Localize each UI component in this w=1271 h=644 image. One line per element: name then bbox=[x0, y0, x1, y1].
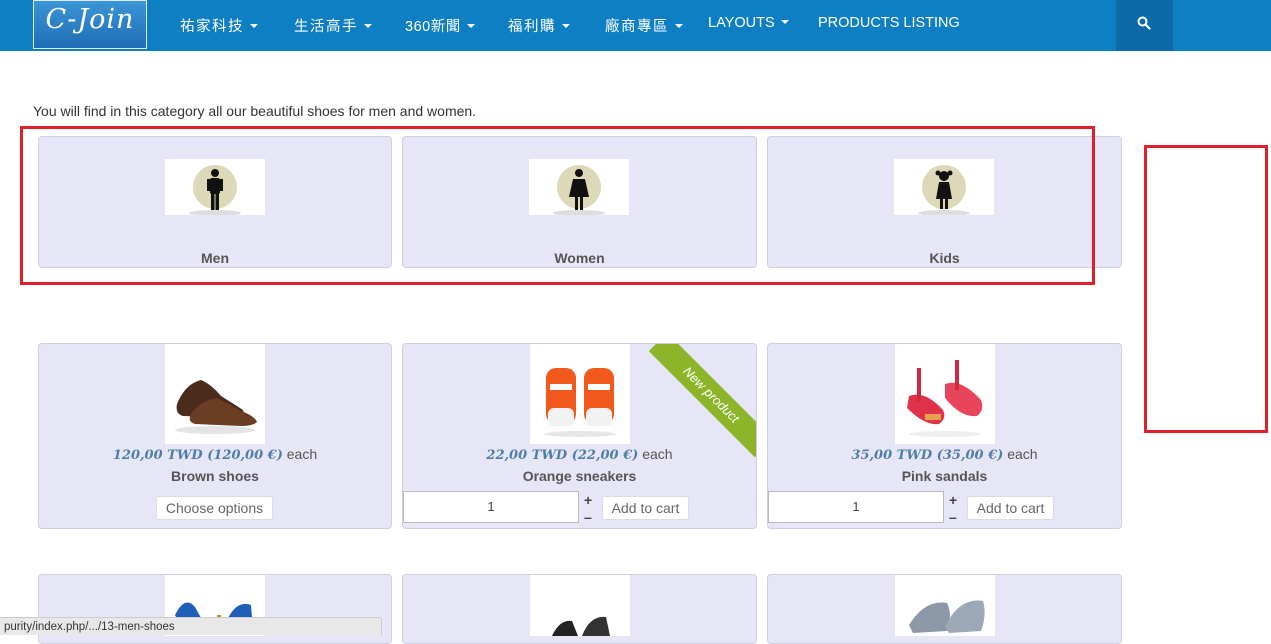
highlight-box-sidebar bbox=[1144, 145, 1268, 433]
quantity-increase-button[interactable]: + bbox=[584, 492, 592, 508]
nav-item-products-listing[interactable]: PRODUCTS LISTING bbox=[818, 15, 960, 31]
browser-status-bar: purity/index.php/.../13-men-shoes bbox=[0, 617, 382, 635]
new-product-ribbon: New product bbox=[648, 344, 756, 458]
price: 22,00 TWD (22,00 €) bbox=[486, 448, 639, 463]
nav-label: 生活高手 bbox=[294, 19, 358, 35]
caret-down-icon bbox=[466, 24, 475, 28]
product-image[interactable] bbox=[530, 344, 630, 444]
product-image[interactable] bbox=[895, 344, 995, 444]
quantity-input[interactable]: 1 bbox=[768, 491, 944, 523]
caret-down-icon bbox=[675, 24, 683, 28]
caret-down-icon bbox=[250, 24, 258, 28]
grey-sneaker-image bbox=[909, 600, 985, 633]
product-card-pink-sandals: 35,00 TWD (35,00 €) each Pink sandals 1 … bbox=[767, 343, 1122, 529]
price: 120,00 TWD (120,00 €) bbox=[112, 448, 283, 463]
product-card-brown-shoes: 120,00 TWD (120,00 €) each Brown shoes C… bbox=[38, 343, 392, 529]
nav-label: LAYOUTS bbox=[708, 15, 775, 31]
add-to-cart-button[interactable]: Add to cart bbox=[967, 496, 1054, 520]
price-unit: each bbox=[642, 446, 673, 462]
nav-label: 360新聞 bbox=[405, 19, 461, 35]
product-image[interactable] bbox=[895, 575, 995, 636]
logo-text: C-Join bbox=[45, 4, 135, 35]
highlight-box-categories bbox=[20, 126, 1095, 285]
logo[interactable]: C-Join bbox=[33, 0, 147, 49]
brown-shoe-image bbox=[175, 380, 257, 434]
add-to-cart-button[interactable]: Add to cart bbox=[602, 496, 689, 520]
product-card-orange-sneakers: New product 22,00 TWD (22,00 €) each Ora… bbox=[402, 343, 757, 529]
product-card bbox=[767, 574, 1122, 644]
orange-sneaker-image bbox=[544, 368, 616, 437]
price: 35,00 TWD (35,00 €) bbox=[851, 448, 1004, 463]
quantity-increase-button[interactable]: + bbox=[949, 492, 957, 508]
quantity-decrease-button[interactable]: – bbox=[949, 509, 957, 525]
product-name[interactable]: Brown shoes bbox=[39, 468, 391, 484]
price-unit: each bbox=[1007, 446, 1038, 462]
caret-down-icon bbox=[562, 24, 570, 28]
category-description: You will find in this category all our b… bbox=[33, 103, 477, 119]
search-button[interactable] bbox=[1116, 0, 1173, 51]
top-navbar: C-Join 祐家科技 生活高手 360新聞 福利購 廠商專區 LAYOUTS … bbox=[0, 0, 1271, 51]
product-image[interactable] bbox=[530, 575, 630, 636]
nav-label: 福利購 bbox=[508, 19, 556, 35]
nav-item-layouts[interactable]: LAYOUTS bbox=[708, 15, 789, 31]
nav-label: PRODUCTS LISTING bbox=[818, 15, 960, 31]
pink-sandal-image bbox=[907, 360, 983, 437]
nav-item-3[interactable]: 360新聞 bbox=[405, 15, 475, 36]
price-line: 120,00 TWD (120,00 €) each bbox=[39, 446, 391, 463]
price-unit: each bbox=[286, 446, 318, 462]
nav-item-5[interactable]: 廠商專區 bbox=[605, 15, 683, 36]
product-image[interactable] bbox=[165, 344, 265, 444]
product-name[interactable]: Orange sneakers bbox=[403, 468, 756, 484]
quantity-decrease-button[interactable]: – bbox=[584, 509, 592, 525]
search-icon bbox=[1137, 16, 1151, 30]
product-card bbox=[402, 574, 757, 644]
caret-down-icon bbox=[780, 20, 789, 24]
nav-item-1[interactable]: 祐家科技 bbox=[180, 15, 258, 36]
nav-item-2[interactable]: 生活高手 bbox=[294, 15, 372, 36]
nav-item-4[interactable]: 福利購 bbox=[508, 15, 570, 36]
price-line: 35,00 TWD (35,00 €) each bbox=[768, 446, 1121, 463]
black-shoe-image bbox=[552, 616, 610, 636]
caret-down-icon bbox=[364, 24, 372, 28]
nav-label: 廠商專區 bbox=[605, 19, 669, 35]
nav-label: 祐家科技 bbox=[180, 19, 244, 35]
price-line: 22,00 TWD (22,00 €) each bbox=[403, 446, 756, 463]
choose-options-button[interactable]: Choose options bbox=[156, 496, 273, 520]
product-name[interactable]: Pink sandals bbox=[768, 468, 1121, 484]
quantity-input[interactable]: 1 bbox=[403, 491, 579, 523]
